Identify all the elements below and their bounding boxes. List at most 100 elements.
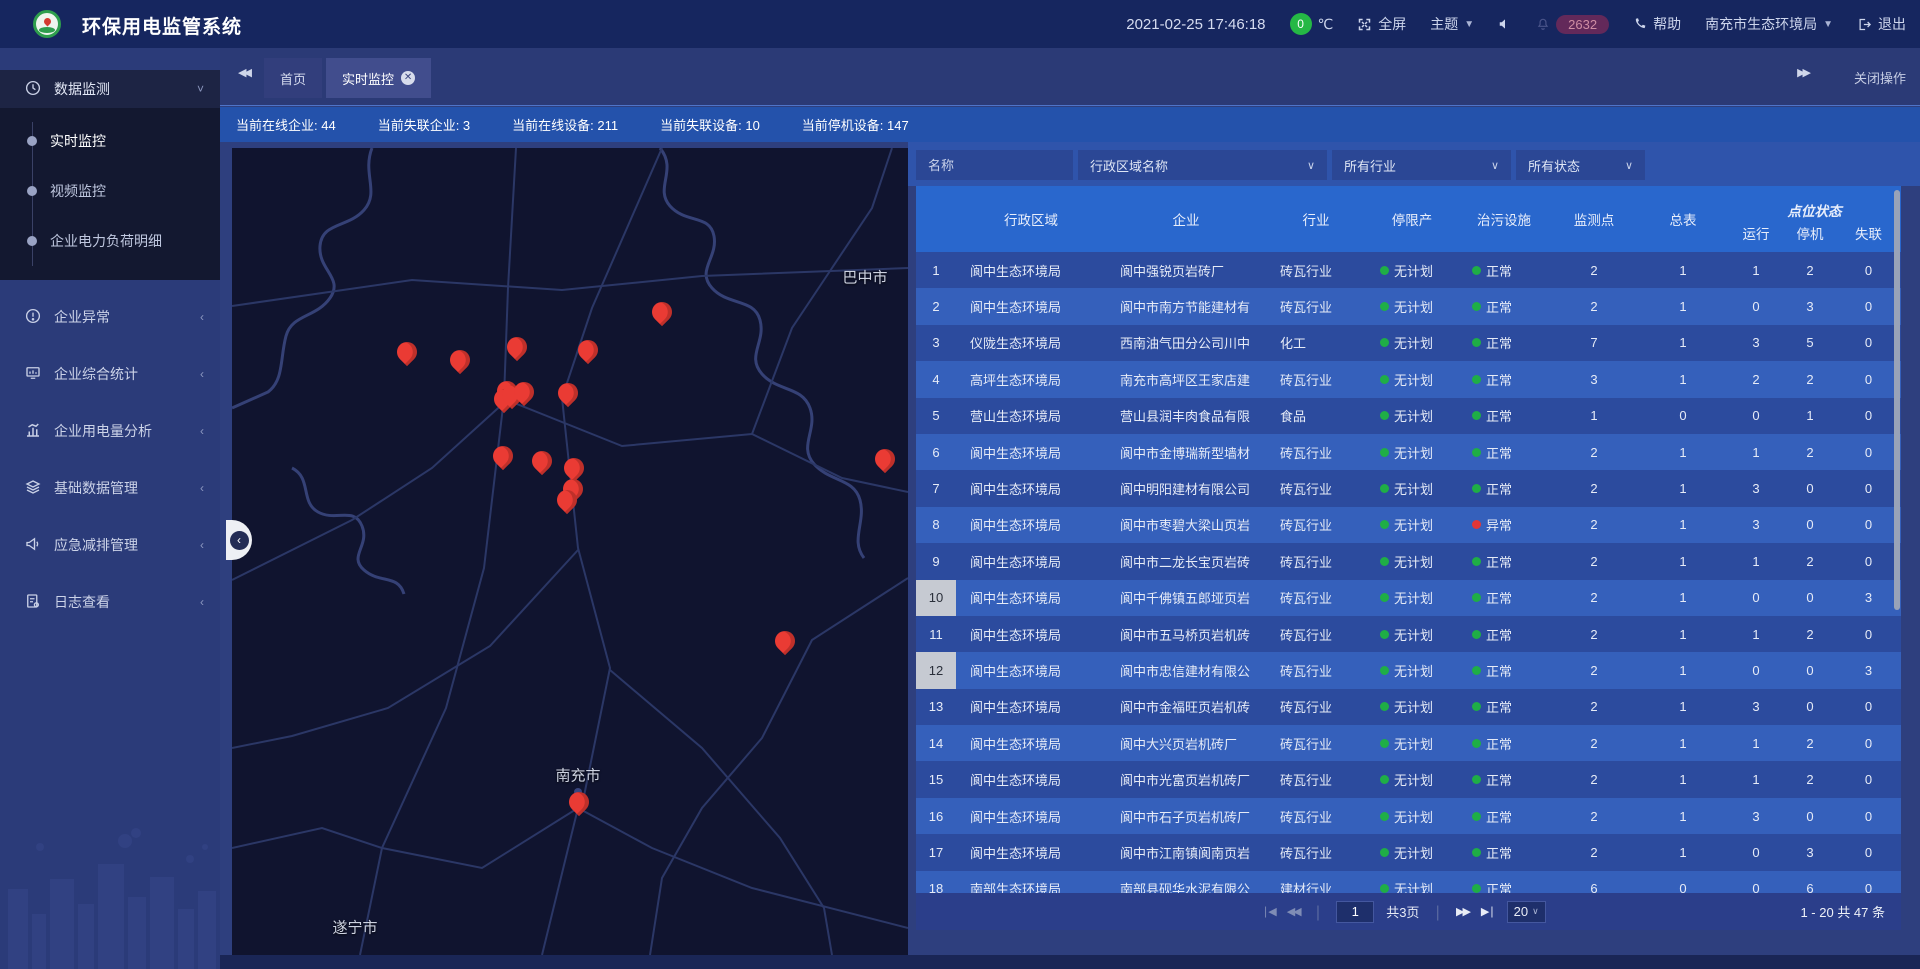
cell-facility-status: 正常 — [1458, 871, 1550, 893]
table-row[interactable]: 17阆中生态环境局阆中市江南镇阆南页岩砖瓦行业无计划正常21030 — [916, 834, 1901, 870]
cell-meters: 1 — [1638, 470, 1728, 506]
sidebar-item-label: 基础数据管理 — [54, 478, 200, 498]
next-page-button[interactable]: ▶▶ — [1456, 905, 1469, 918]
sidebar-item-video-monitoring[interactable]: 视频监控 — [0, 166, 220, 216]
sidebar-item-label: 应急减排管理 — [54, 535, 200, 555]
sidebar-item-realtime-monitoring[interactable]: 实时监控 — [0, 116, 220, 166]
map-panel[interactable]: 巴中市南充市遂宁市 ‹ — [232, 148, 908, 955]
page-size-value: 20 — [1514, 904, 1528, 919]
status-dot-icon — [1380, 775, 1389, 784]
sidebar-item-log-view[interactable]: 日志查看‹ — [0, 582, 220, 622]
table-row[interactable]: 2阆中生态环境局阆中市南方节能建材有砖瓦行业无计划正常21030 — [916, 288, 1901, 324]
cell-facility-status: 正常 — [1458, 398, 1550, 434]
cell-region: 南部生态环境局 — [956, 871, 1106, 893]
cell-industry: 砖瓦行业 — [1266, 798, 1366, 834]
last-page-button[interactable]: ▶❘ — [1481, 905, 1495, 918]
cell-company: 阆中市枣碧大梁山页岩 — [1106, 507, 1266, 543]
table-row[interactable]: 8阆中生态环境局阆中市枣碧大梁山页岩砖瓦行业无计划异常21300 — [916, 507, 1901, 543]
cell-lost: 0 — [1836, 507, 1901, 543]
cell-monitors: 2 — [1550, 725, 1638, 761]
table-row[interactable]: 14阆中生态环境局阆中大兴页岩机砖厂砖瓦行业无计划正常21120 — [916, 725, 1901, 761]
first-page-button[interactable]: ❘◀ — [1261, 905, 1275, 918]
cell-lost: 3 — [1836, 580, 1901, 616]
col-pollution-facility: 治污设施 — [1458, 186, 1550, 252]
cell-running: 1 — [1728, 434, 1784, 470]
cell-company: 阆中市二龙长宝页岩砖 — [1106, 543, 1266, 579]
help-button[interactable]: 帮助 — [1633, 14, 1681, 34]
table-row[interactable]: 10阆中生态环境局阆中千佛镇五郎垭页岩砖瓦行业无计划正常21003 — [916, 580, 1901, 616]
cell-running: 0 — [1728, 288, 1784, 324]
table-scrollbar[interactable] — [1894, 190, 1900, 610]
cell-stopped: 2 — [1784, 616, 1836, 652]
cell-region: 阆中生态环境局 — [956, 761, 1106, 797]
table-row[interactable]: 15阆中生态环境局阆中市光富页岩机砖厂砖瓦行业无计划正常21120 — [916, 761, 1901, 797]
cell-stopped: 2 — [1784, 361, 1836, 397]
table-row[interactable]: 3仪陇生态环境局西南油气田分公司川中化工无计划正常71350 — [916, 325, 1901, 361]
tabs-scroll-left-button[interactable]: ◀◀ — [238, 66, 249, 79]
name-search-input[interactable] — [928, 158, 1061, 173]
table-row[interactable]: 1阆中生态环境局阆中强锐页岩砖厂砖瓦行业无计划正常21120 — [916, 252, 1901, 288]
sidebar-item-enterprise-stats[interactable]: 企业综合统计‹ — [0, 354, 220, 394]
sidebar-item-power-load-detail[interactable]: 企业电力负荷明细 — [0, 216, 220, 266]
cell-running: 3 — [1728, 470, 1784, 506]
table-row[interactable]: 12阆中生态环境局阆中市忠信建材有限公砖瓦行业无计划正常21003 — [916, 652, 1901, 688]
status-select[interactable]: 所有状态 ∨ — [1516, 150, 1645, 180]
table-row[interactable]: 7阆中生态环境局阆中明阳建材有限公司砖瓦行业无计划正常21300 — [916, 470, 1901, 506]
cell-index: 18 — [916, 871, 956, 893]
status-dot-icon — [1380, 411, 1389, 420]
cell-region: 阆中生态环境局 — [956, 689, 1106, 725]
sidebar-item-power-analysis[interactable]: 企业用电量分析‹ — [0, 411, 220, 451]
tabs-scroll-right-button[interactable]: ▶▶ — [1797, 66, 1808, 79]
logout-button[interactable]: 退出 — [1857, 14, 1906, 34]
status-dot-icon — [1472, 557, 1481, 566]
table-row[interactable]: 5营山生态环境局营山县润丰肉食品有限食品无计划正常10010 — [916, 398, 1901, 434]
logout-icon — [1857, 17, 1872, 32]
region-select[interactable]: 行政区域名称 ∨ — [1078, 150, 1327, 180]
cell-company: 阆中大兴页岩机砖厂 — [1106, 725, 1266, 761]
org-menu[interactable]: 南充市生态环境局 ▼ — [1705, 14, 1833, 34]
table-row[interactable]: 6阆中生态环境局阆中市金博瑞新型墙材砖瓦行业无计划正常21120 — [916, 434, 1901, 470]
table-row[interactable]: 4高坪生态环境局南充市高坪区王家店建砖瓦行业无计划正常31220 — [916, 361, 1901, 397]
tab-realtime-monitoring[interactable]: 实时监控✕ — [326, 58, 431, 98]
status-dot-icon — [1380, 630, 1389, 639]
cell-lost: 0 — [1836, 325, 1901, 361]
tab-close-icon[interactable]: ✕ — [401, 71, 415, 85]
mute-button[interactable] — [1498, 17, 1512, 31]
page-number-input[interactable] — [1336, 901, 1374, 923]
prev-page-button[interactable]: ◀◀ — [1287, 905, 1300, 918]
status-dot-icon — [1472, 812, 1481, 821]
theme-menu[interactable]: 主题 ▼ — [1430, 14, 1474, 34]
cell-lost: 0 — [1836, 543, 1901, 579]
table-row[interactable]: 18南部生态环境局南部县砚华水泥有限公建材行业无计划正常60060 — [916, 871, 1901, 893]
industry-select[interactable]: 所有行业 ∨ — [1332, 150, 1511, 180]
status-dot-icon — [1472, 848, 1481, 857]
tab-home[interactable]: 首页 — [264, 58, 322, 98]
close-operations-button[interactable]: 关闭操作 — [1854, 68, 1906, 87]
cell-running: 1 — [1728, 543, 1784, 579]
cell-limit-status: 无计划 — [1366, 871, 1458, 893]
name-search-field[interactable] — [916, 150, 1073, 180]
sidebar-item-label: 企业用电量分析 — [54, 421, 200, 441]
table-row[interactable]: 11阆中生态环境局阆中市五马桥页岩机砖砖瓦行业无计划正常21120 — [916, 616, 1901, 652]
status-select-value: 所有状态 — [1528, 156, 1580, 175]
table-row[interactable]: 16阆中生态环境局阆中市石子页岩机砖厂砖瓦行业无计划正常21300 — [916, 798, 1901, 834]
cell-index: 9 — [916, 543, 956, 579]
cell-meters: 1 — [1638, 325, 1728, 361]
cell-facility-status: 正常 — [1458, 361, 1550, 397]
sidebar-item-base-data[interactable]: 基础数据管理‹ — [0, 468, 220, 508]
sidebar-item-data-monitoring[interactable]: 数据监测˅ — [0, 70, 220, 108]
table-row[interactable]: 9阆中生态环境局阆中市二龙长宝页岩砖砖瓦行业无计划正常21120 — [916, 543, 1901, 579]
cell-index: 11 — [916, 616, 956, 652]
cell-running: 0 — [1728, 834, 1784, 870]
fullscreen-button[interactable]: 全屏 — [1357, 14, 1406, 34]
cell-region: 阆中生态环境局 — [956, 725, 1106, 761]
table-row[interactable]: 13阆中生态环境局阆中市金福旺页岩机砖砖瓦行业无计划正常21300 — [916, 689, 1901, 725]
sidebar-item-enterprise-abnormal[interactable]: 企业异常‹ — [0, 297, 220, 337]
cell-stopped: 0 — [1784, 798, 1836, 834]
cell-company: 阆中市南方节能建材有 — [1106, 288, 1266, 324]
sidebar-item-emergency-reduction[interactable]: 应急减排管理‹ — [0, 525, 220, 565]
bell-icon — [1536, 17, 1550, 31]
page-size-select[interactable]: 20 ∨ — [1507, 901, 1546, 923]
notification-area[interactable]: 2632 — [1536, 15, 1609, 34]
sidebar-item-label: 实时监控 — [50, 131, 106, 151]
